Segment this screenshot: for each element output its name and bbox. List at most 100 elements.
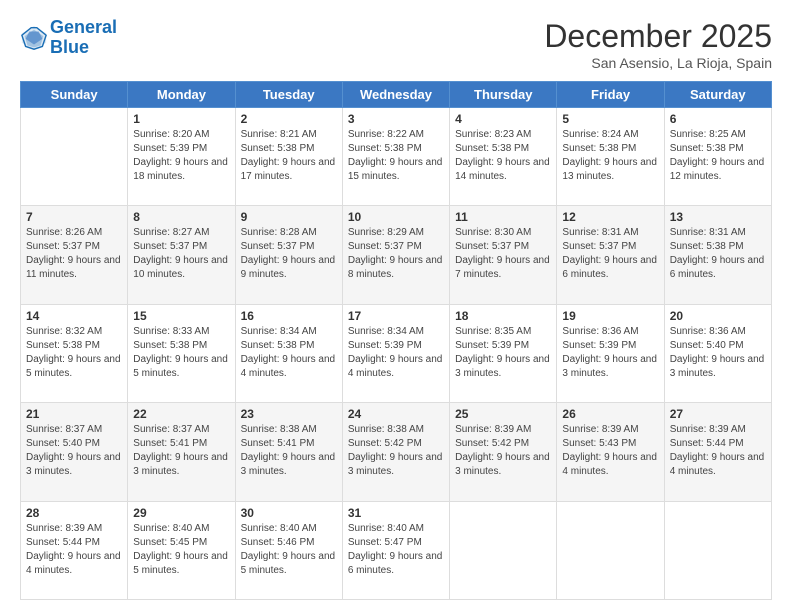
- day-number: 30: [241, 506, 337, 520]
- calendar-cell: 17 Sunrise: 8:34 AMSunset: 5:39 PMDayligh…: [342, 304, 449, 402]
- cell-info: Sunrise: 8:27 AMSunset: 5:37 PMDaylight:…: [133, 226, 229, 282]
- cell-info: Sunrise: 8:28 AMSunset: 5:37 PMDaylight:…: [241, 226, 337, 282]
- calendar-cell: [557, 501, 664, 599]
- calendar-cell: 13 Sunrise: 8:31 AMSunset: 5:38 PMDayligh…: [664, 206, 771, 304]
- day-number: 26: [562, 407, 658, 421]
- calendar-cell: [21, 108, 128, 206]
- cell-info: Sunrise: 8:25 AMSunset: 5:38 PMDaylight:…: [670, 128, 766, 184]
- calendar-cell: 31 Sunrise: 8:40 AMSunset: 5:47 PMDayligh…: [342, 501, 449, 599]
- calendar-cell: 26 Sunrise: 8:39 AMSunset: 5:43 PMDayligh…: [557, 403, 664, 501]
- day-number: 9: [241, 210, 337, 224]
- calendar-cell: 12 Sunrise: 8:31 AMSunset: 5:37 PMDayligh…: [557, 206, 664, 304]
- logo-text: General Blue: [50, 18, 117, 58]
- cell-info: Sunrise: 8:39 AMSunset: 5:42 PMDaylight:…: [455, 423, 551, 479]
- day-number: 1: [133, 112, 229, 126]
- calendar-cell: 10Sunrise: 8:29 AMSunset: 5:37 PMDayligh…: [342, 206, 449, 304]
- logo-line2: Blue: [50, 37, 89, 57]
- cell-info: Sunrise: 8:40 AMSunset: 5:47 PMDaylight:…: [348, 522, 444, 578]
- day-number: 20: [670, 309, 766, 323]
- title-block: December 2025 San Asensio, La Rioja, Spa…: [544, 18, 772, 71]
- calendar-cell: 30 Sunrise: 8:40 AMSunset: 5:46 PMDayligh…: [235, 501, 342, 599]
- calendar-cell: [450, 501, 557, 599]
- calendar-cell: 9 Sunrise: 8:28 AMSunset: 5:37 PMDaylight…: [235, 206, 342, 304]
- cell-info: Sunrise: 8:36 AMSunset: 5:40 PMDaylight:…: [670, 325, 766, 381]
- day-number: 13: [670, 210, 766, 224]
- day-number: 19: [562, 309, 658, 323]
- day-number: 28: [26, 506, 122, 520]
- day-header-thursday: Thursday: [450, 82, 557, 108]
- calendar-cell: 2 Sunrise: 8:21 AMSunset: 5:38 PMDaylight…: [235, 108, 342, 206]
- calendar-cell: 8 Sunrise: 8:27 AMSunset: 5:37 PMDaylight…: [128, 206, 235, 304]
- cell-info: Sunrise: 8:23 AMSunset: 5:38 PMDaylight:…: [455, 128, 551, 184]
- logo-icon: [20, 24, 48, 52]
- day-number: 15: [133, 309, 229, 323]
- cell-info: Sunrise: 8:33 AMSunset: 5:38 PMDaylight:…: [133, 325, 229, 381]
- cell-info: Sunrise: 8:30 AMSunset: 5:37 PMDaylight:…: [455, 226, 551, 282]
- cell-info: Sunrise: 8:22 AMSunset: 5:38 PMDaylight:…: [348, 128, 444, 184]
- day-number: 22: [133, 407, 229, 421]
- day-number: 14: [26, 309, 122, 323]
- calendar-cell: 6 Sunrise: 8:25 AMSunset: 5:38 PMDaylight…: [664, 108, 771, 206]
- day-number: 6: [670, 112, 766, 126]
- day-number: 7: [26, 210, 122, 224]
- cell-info: Sunrise: 8:37 AMSunset: 5:40 PMDaylight:…: [26, 423, 122, 479]
- cell-info: Sunrise: 8:40 AMSunset: 5:45 PMDaylight:…: [133, 522, 229, 578]
- month-title: December 2025: [544, 18, 772, 55]
- calendar-cell: 15 Sunrise: 8:33 AMSunset: 5:38 PMDayligh…: [128, 304, 235, 402]
- week-row-2: 14 Sunrise: 8:32 AMSunset: 5:38 PMDayligh…: [21, 304, 772, 402]
- cell-info: Sunrise: 8:37 AMSunset: 5:41 PMDaylight:…: [133, 423, 229, 479]
- calendar-cell: 21 Sunrise: 8:37 AMSunset: 5:40 PMDayligh…: [21, 403, 128, 501]
- day-number: 12: [562, 210, 658, 224]
- day-number: 11: [455, 210, 551, 224]
- cell-info: Sunrise: 8:32 AMSunset: 5:38 PMDaylight:…: [26, 325, 122, 381]
- day-header-wednesday: Wednesday: [342, 82, 449, 108]
- day-number: 16: [241, 309, 337, 323]
- calendar-cell: 25 Sunrise: 8:39 AMSunset: 5:42 PMDayligh…: [450, 403, 557, 501]
- day-number: 21: [26, 407, 122, 421]
- day-number: 17: [348, 309, 444, 323]
- cell-info: Sunrise: 8:29 AMSunset: 5:37 PMDaylight:…: [348, 226, 444, 282]
- cell-info: Sunrise: 8:24 AMSunset: 5:38 PMDaylight:…: [562, 128, 658, 184]
- day-number: 2: [241, 112, 337, 126]
- logo-line1: General: [50, 17, 117, 37]
- calendar-cell: 22 Sunrise: 8:37 AMSunset: 5:41 PMDayligh…: [128, 403, 235, 501]
- day-number: 25: [455, 407, 551, 421]
- location-subtitle: San Asensio, La Rioja, Spain: [544, 55, 772, 71]
- calendar-cell: 27Sunrise: 8:39 AMSunset: 5:44 PMDayligh…: [664, 403, 771, 501]
- cell-info: Sunrise: 8:31 AMSunset: 5:38 PMDaylight:…: [670, 226, 766, 282]
- week-row-3: 21 Sunrise: 8:37 AMSunset: 5:40 PMDayligh…: [21, 403, 772, 501]
- calendar-table: SundayMondayTuesdayWednesdayThursdayFrid…: [20, 81, 772, 600]
- day-header-friday: Friday: [557, 82, 664, 108]
- cell-info: Sunrise: 8:39 AMSunset: 5:44 PMDaylight:…: [26, 522, 122, 578]
- day-number: 24: [348, 407, 444, 421]
- calendar-cell: 23Sunrise: 8:38 AMSunset: 5:41 PMDayligh…: [235, 403, 342, 501]
- day-number: 5: [562, 112, 658, 126]
- cell-info: Sunrise: 8:21 AMSunset: 5:38 PMDaylight:…: [241, 128, 337, 184]
- cell-info: Sunrise: 8:40 AMSunset: 5:46 PMDaylight:…: [241, 522, 337, 578]
- day-number: 29: [133, 506, 229, 520]
- page: General Blue December 2025 San Asensio, …: [0, 0, 792, 612]
- calendar-cell: 11 Sunrise: 8:30 AMSunset: 5:37 PMDayligh…: [450, 206, 557, 304]
- cell-info: Sunrise: 8:39 AMSunset: 5:43 PMDaylight:…: [562, 423, 658, 479]
- day-number: 31: [348, 506, 444, 520]
- cell-info: Sunrise: 8:39 AMSunset: 5:44 PMDaylight:…: [670, 423, 766, 479]
- calendar-cell: 18Sunrise: 8:35 AMSunset: 5:39 PMDayligh…: [450, 304, 557, 402]
- calendar-cell: 24Sunrise: 8:38 AMSunset: 5:42 PMDayligh…: [342, 403, 449, 501]
- logo: General Blue: [20, 18, 117, 58]
- calendar-cell: 16Sunrise: 8:34 AMSunset: 5:38 PMDayligh…: [235, 304, 342, 402]
- calendar-cell: 1 Sunrise: 8:20 AMSunset: 5:39 PMDaylight…: [128, 108, 235, 206]
- calendar-cell: 4 Sunrise: 8:23 AMSunset: 5:38 PMDaylight…: [450, 108, 557, 206]
- cell-info: Sunrise: 8:36 AMSunset: 5:39 PMDaylight:…: [562, 325, 658, 381]
- day-number: 8: [133, 210, 229, 224]
- cell-info: Sunrise: 8:31 AMSunset: 5:37 PMDaylight:…: [562, 226, 658, 282]
- cell-info: Sunrise: 8:35 AMSunset: 5:39 PMDaylight:…: [455, 325, 551, 381]
- cell-info: Sunrise: 8:20 AMSunset: 5:39 PMDaylight:…: [133, 128, 229, 184]
- day-header-monday: Monday: [128, 82, 235, 108]
- day-header-saturday: Saturday: [664, 82, 771, 108]
- calendar-cell: 5 Sunrise: 8:24 AMSunset: 5:38 PMDaylight…: [557, 108, 664, 206]
- day-number: 4: [455, 112, 551, 126]
- cell-info: Sunrise: 8:34 AMSunset: 5:39 PMDaylight:…: [348, 325, 444, 381]
- week-row-0: 1 Sunrise: 8:20 AMSunset: 5:39 PMDaylight…: [21, 108, 772, 206]
- calendar-cell: 29 Sunrise: 8:40 AMSunset: 5:45 PMDayligh…: [128, 501, 235, 599]
- calendar-cell: [664, 501, 771, 599]
